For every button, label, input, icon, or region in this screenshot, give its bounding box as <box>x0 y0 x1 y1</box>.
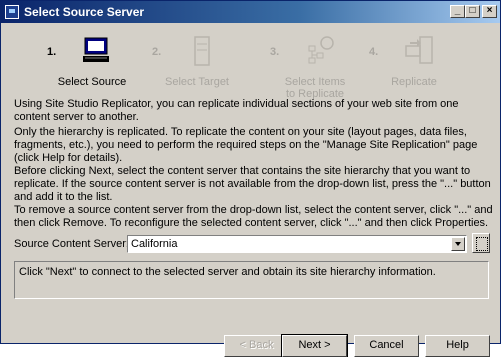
source-server-dropdown[interactable]: California <box>127 235 467 253</box>
app-icon <box>5 5 19 19</box>
dialog-window: Select Source Server _ □ × 1. Select Sou… <box>0 0 501 357</box>
source-server-value: California <box>131 238 178 250</box>
step-label: Select Source <box>57 76 127 88</box>
ellipsis-icon <box>476 237 488 251</box>
back-button[interactable]: < Back <box>224 335 289 357</box>
remove-text: To remove a source content server from t… <box>14 204 493 229</box>
dropdown-arrow-icon[interactable] <box>451 237 465 251</box>
dialog-content: 1. Select Source 2. Select Target 3. Sel… <box>2 24 499 357</box>
step-select-target: 2. Select Target <box>152 28 242 88</box>
window-title: Select Source Server <box>24 5 145 19</box>
server-icon <box>187 36 217 71</box>
step-replicate: 4. Replicate <box>369 28 459 88</box>
step-number: 3. <box>270 46 280 58</box>
title-bar[interactable]: Select Source Server _ □ × <box>1 1 500 23</box>
before-next-text: Before clicking Next, select the content… <box>14 165 491 203</box>
close-button[interactable]: × <box>482 5 497 18</box>
status-box: Click "Next" to connect to the selected … <box>14 261 489 299</box>
maximize-button[interactable]: □ <box>465 5 480 18</box>
hierarchy-text: Only the hierarchy is replicated. To rep… <box>14 126 478 164</box>
step-label: Select Target <box>164 76 229 88</box>
step-number: 1. <box>47 46 57 58</box>
status-text: Click "Next" to connect to the selected … <box>19 266 436 278</box>
browse-servers-button[interactable] <box>472 233 490 253</box>
step-label: Replicate <box>391 76 437 88</box>
source-server-label: Source Content Server: <box>14 238 129 250</box>
step-label: Select Items to Replicate <box>284 76 346 100</box>
items-icon <box>305 36 335 71</box>
step-select-source: 1. Select Source <box>47 28 137 88</box>
step-number: 2. <box>152 46 162 58</box>
minimize-button[interactable]: _ <box>450 5 465 18</box>
computer-icon <box>82 36 112 71</box>
next-button[interactable]: Next > <box>281 334 348 357</box>
intro-text: Using Site Studio Replicator, you can re… <box>14 98 459 123</box>
help-button[interactable]: Help <box>425 335 490 357</box>
step-select-items: 3. Select Items to Replicate <box>270 28 360 100</box>
step-number: 4. <box>369 46 379 58</box>
cancel-button[interactable]: Cancel <box>354 335 419 357</box>
replicate-icon <box>404 36 434 71</box>
